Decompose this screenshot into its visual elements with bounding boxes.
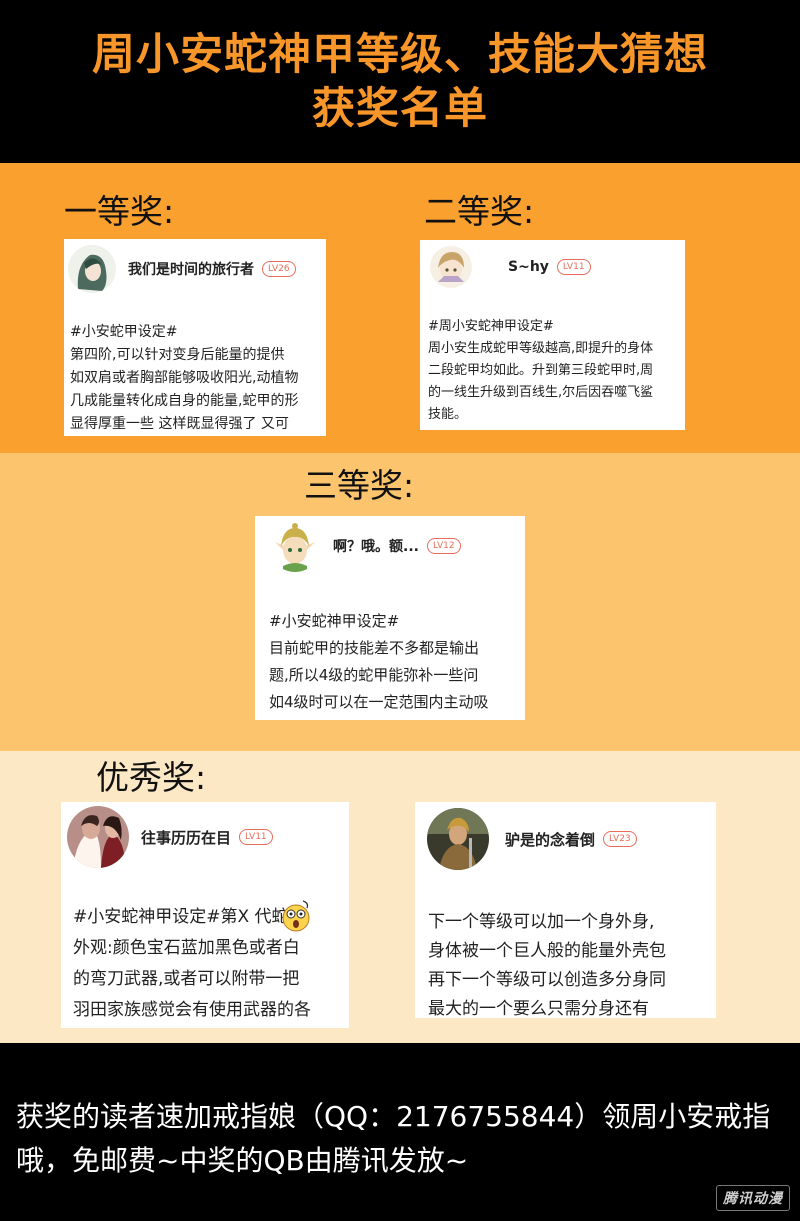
user-row: 往事历历在目 LV11: [67, 806, 273, 868]
username: 啊？哦。额...: [333, 539, 419, 555]
level-badge: LV26: [262, 261, 296, 277]
avatar-anime-girl-icon: [68, 245, 116, 293]
comment-body: #小安蛇神甲设定# 目前蛇甲的技能差不多都是输出 题,所以4级的蛇甲能弥补一些问…: [269, 608, 489, 716]
second-prize-label: 二等奖:: [424, 192, 535, 231]
comment-body: #小安蛇神甲设定#第X 代蛇 外观:颜色宝石蓝加黑色或者白 的弯刀武器,或者可以…: [73, 899, 311, 1026]
comment-line: 身体被一个巨人般的能量外壳包: [428, 941, 666, 961]
avatar-chibi-icon: [430, 246, 472, 288]
comment-line: 下一个等级可以加一个身外身,: [428, 912, 655, 932]
prize-band-bottom: 优秀奖: 往事历历在目 LV11 #小安蛇神甲设定#第X 代蛇 外观:颜色宝石蓝…: [0, 751, 800, 1043]
comment-line: 显得厚重一些 这样既显得强了 又可: [70, 416, 289, 432]
level-badge: LV12: [426, 538, 461, 554]
prize-band-middle: 三等奖: 啊？哦。额... LV12 #小安蛇神甲设定# 目前蛇甲的技能差不多都…: [0, 453, 800, 751]
comment-line: 几成能量转化成自身的能量,蛇甲的形: [70, 393, 299, 409]
header: 周小安蛇神甲等级、技能大猜想 获奖名单: [0, 0, 800, 163]
footer: 获奖的读者速加戒指娘（QQ：2176755844）领周小安戒指哦，免邮费~中奖的…: [0, 1043, 800, 1221]
comment-line: #小安蛇甲设定#: [70, 324, 178, 340]
user-row: S~hy LV11: [430, 246, 591, 288]
first-prize-card: 我们是时间的旅行者 LV26 #小安蛇甲设定# 第四阶,可以针对变身后能量的提供…: [64, 239, 326, 436]
avatar-couple-icon: [67, 806, 129, 868]
comment-body: #小安蛇甲设定# 第四阶,可以针对变身后能量的提供 如双肩或者胸部能够吸收阳光,…: [70, 321, 298, 436]
comment-line: 的一线生升级到百线生,尔后因吞噬飞鲨: [428, 385, 654, 400]
comment-line: 最大的一个要么只需分身还有: [428, 999, 649, 1018]
third-prize-label: 三等奖:: [304, 466, 415, 505]
page-title: 周小安蛇神甲等级、技能大猜想: [92, 29, 708, 80]
avatar-elf-boy-icon: [269, 520, 321, 572]
first-prize-label: 一等奖:: [64, 192, 175, 231]
username: 往事历历在目: [141, 828, 232, 847]
second-prize-card: S~hy LV11 #周小安蛇神甲设定# 周小安生成蛇甲等级越高,即提升的身体 …: [420, 240, 685, 430]
comment-line: #小安蛇神甲设定#第X 代蛇: [73, 899, 311, 933]
comment-line: 第四阶,可以针对变身后能量的提供: [70, 347, 285, 363]
comment-line: 二段蛇甲均如此。升到第三段蛇甲时,周: [428, 363, 654, 378]
comment-line-text: #小安蛇神甲设定#第X 代蛇: [73, 907, 289, 927]
level-badge: LV23: [603, 831, 637, 847]
page-subtitle: 获奖名单: [312, 83, 488, 134]
comment-line: 再下一个等级可以创造多分身同: [428, 970, 666, 990]
comment-line: 羽田家族感觉会有使用武器的各: [73, 1000, 311, 1020]
comment-line: #周小安蛇神甲设定#: [428, 319, 554, 334]
username: S~hy: [508, 259, 549, 275]
comment-line: 的弯刀武器,或者可以附带一把: [73, 969, 300, 989]
avatar-warrior-icon: [427, 808, 489, 870]
watermark-logo: 腾讯动漫: [716, 1185, 790, 1211]
comment-line: 如双肩或者胸部能够吸收阳光,动植物: [70, 370, 299, 386]
user-row: 啊？哦。额... LV12: [269, 520, 461, 572]
comment-line: 如4级时可以在一定范围内主动吸: [269, 693, 489, 711]
user-row: 驴是的念着倒 LV23: [427, 808, 637, 870]
comment-body: #周小安蛇神甲设定# 周小安生成蛇甲等级越高,即提升的身体 二段蛇甲均如此。升到…: [428, 316, 653, 426]
comment-line: 目前蛇甲的技能差不多都是输出: [269, 639, 480, 657]
excellent-prize-card-2: 驴是的念着倒 LV23 下一个等级可以加一个身外身, 身体被一个巨人般的能量外壳…: [415, 802, 716, 1018]
winner-notice: 获奖的读者速加戒指娘（QQ：2176755844）领周小安戒指哦，免邮费~中奖的…: [16, 1100, 771, 1177]
prize-band-top: 一等奖: 二等奖: 我们是时间的旅行者 LV26 #小安蛇甲设定# 第四阶,可以…: [0, 163, 800, 453]
level-badge: LV11: [556, 259, 591, 275]
third-prize-card: 啊？哦。额... LV12 #小安蛇神甲设定# 目前蛇甲的技能差不多都是输出 题…: [255, 516, 525, 720]
user-row: 我们是时间的旅行者 LV26: [68, 245, 296, 293]
username: 驴是的念着倒: [505, 830, 596, 849]
shocked-emoji-icon: [281, 899, 311, 933]
level-badge: LV11: [239, 829, 273, 845]
excellent-prize-card-1: 往事历历在目 LV11 #小安蛇神甲设定#第X 代蛇 外观:颜色宝石蓝加黑色或者…: [61, 802, 349, 1028]
comment-body: 下一个等级可以加一个身外身, 身体被一个巨人般的能量外壳包 再下一个等级可以创造…: [428, 908, 666, 1018]
comment-line: 外观:颜色宝石蓝加黑色或者白: [73, 938, 300, 958]
comment-line: 周小安生成蛇甲等级越高,即提升的身体: [428, 341, 654, 356]
comment-line: #小安蛇神甲设定#: [269, 612, 400, 630]
comment-line: 题,所以4级的蛇甲能弥补一些问: [269, 666, 479, 684]
username: 我们是时间的旅行者: [128, 262, 254, 278]
comment-line: 技能。: [428, 407, 468, 422]
excellent-prize-label: 优秀奖:: [96, 758, 207, 797]
